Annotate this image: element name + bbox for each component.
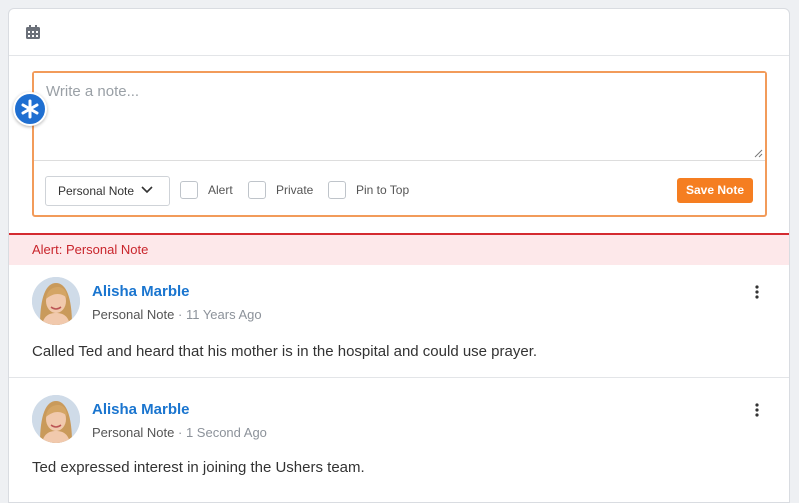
note-item: Alisha Marble Personal Note · 1 Second A…	[9, 379, 789, 502]
chevron-down-icon	[141, 186, 153, 194]
note-type-select[interactable]: Personal Note	[45, 176, 170, 206]
meta-separator: ·	[174, 425, 186, 440]
avatar-photo	[32, 277, 80, 325]
alert-checkbox-box[interactable]	[180, 181, 198, 199]
note-author[interactable]: Alisha Marble	[92, 401, 190, 418]
save-note-button[interactable]: Save Note	[676, 178, 753, 203]
notes-panel: Personal Note Alert Private Pin to Top S…	[8, 8, 790, 503]
pin-to-top-checkbox-box[interactable]	[328, 181, 346, 199]
private-checkbox[interactable]: Private	[248, 181, 313, 199]
calendar-icon[interactable]	[26, 25, 40, 39]
note-type: Personal Note	[92, 307, 175, 322]
panel-header	[9, 9, 789, 56]
note-author[interactable]: Alisha Marble	[92, 283, 190, 300]
meta-separator: ·	[174, 307, 186, 322]
note-compose-box: Personal Note Alert Private Pin to Top S…	[32, 71, 767, 217]
avatar[interactable]	[32, 395, 80, 443]
resize-grip-icon[interactable]	[754, 149, 763, 158]
avatar[interactable]	[32, 277, 80, 325]
note-type: Personal Note	[92, 425, 175, 440]
pin-to-top-checkbox[interactable]: Pin to Top	[328, 181, 409, 199]
alert-banner: Alert: Personal Note	[9, 233, 789, 265]
pin-to-top-checkbox-label: Pin to Top	[356, 183, 410, 197]
avatar-photo	[32, 395, 80, 443]
kebab-menu-icon[interactable]	[755, 403, 759, 417]
alert-checkbox-label: Alert	[208, 183, 233, 197]
note-text: Ted expressed interest in joining the Us…	[32, 459, 365, 476]
note-text: Called Ted and heard that his mother is …	[32, 343, 538, 360]
note-meta: Personal Note · 1 Second Ago	[92, 425, 267, 440]
note-item: Alisha Marble Personal Note · 11 Years A…	[9, 265, 789, 378]
note-meta: Personal Note · 11 Years Ago	[92, 307, 262, 322]
kebab-menu-icon[interactable]	[755, 285, 759, 299]
note-textarea[interactable]	[34, 73, 765, 161]
asterisk-icon	[13, 92, 47, 126]
private-checkbox-box[interactable]	[248, 181, 266, 199]
alert-checkbox[interactable]: Alert	[180, 181, 233, 199]
private-checkbox-label: Private	[276, 183, 314, 197]
compose-toolbar: Personal Note Alert Private Pin to Top S…	[34, 161, 765, 215]
note-timestamp: 11 Years Ago	[185, 307, 262, 322]
note-type-value: Personal Note	[58, 184, 135, 198]
note-timestamp: 1 Second Ago	[185, 425, 267, 440]
